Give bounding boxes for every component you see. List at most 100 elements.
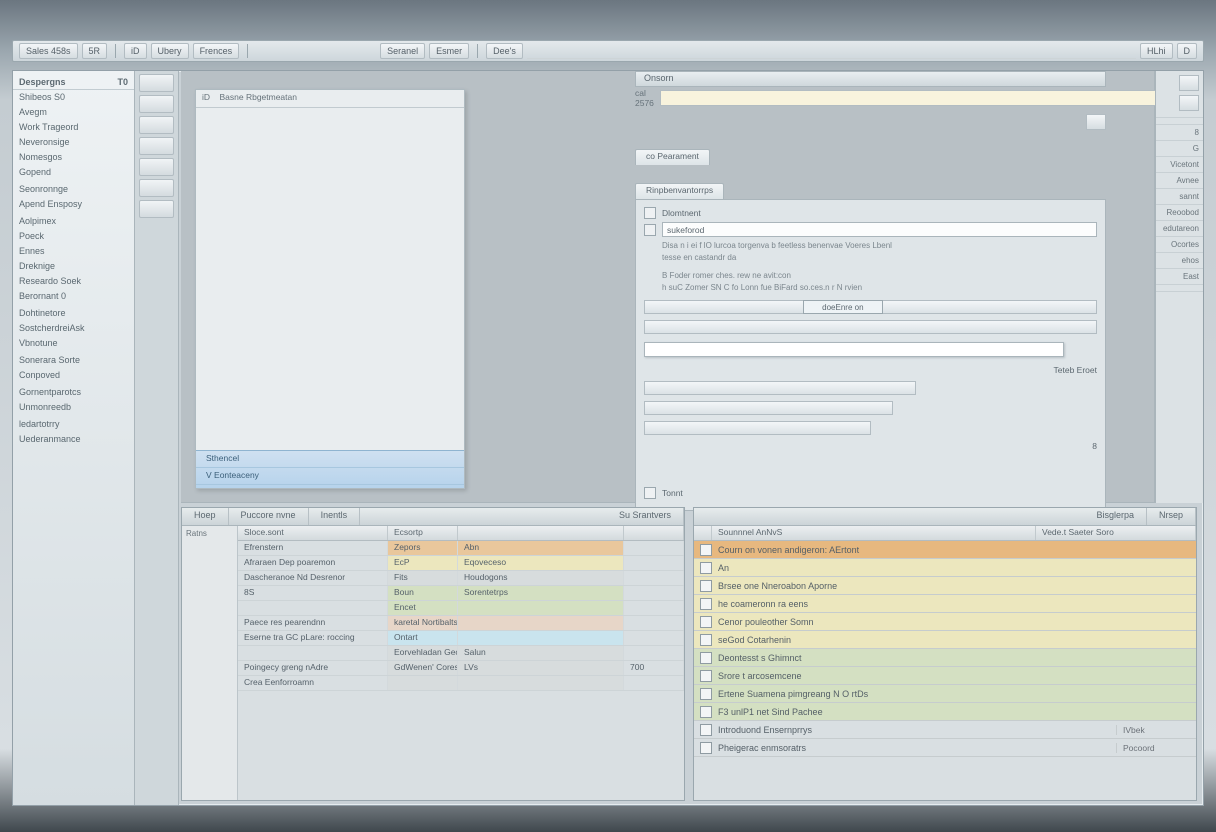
table-row[interactable]: Afraraen Dep poaremonEcPEqoveceso	[238, 556, 684, 571]
bl-col-a[interactable]: Sloce.sont	[238, 526, 388, 540]
dialog-tab-1[interactable]: co Pearament	[635, 149, 710, 165]
list-item[interactable]: Ertene Suamena pimgreang N O rtDs	[694, 685, 1196, 703]
leftnav-item[interactable]: Unmonreedb	[13, 400, 134, 415]
table-row[interactable]: Crea Eenforroamn	[238, 676, 684, 691]
leftnav-item[interactable]: Nomesgos	[13, 150, 134, 165]
list-item[interactable]: Brsee one Nneroabon Aporne	[694, 577, 1196, 595]
leftnav-item[interactable]: ledartotrry	[13, 417, 134, 432]
checkbox-icon[interactable]	[700, 670, 712, 682]
table-row[interactable]: EfrensternZeporsAbn	[238, 541, 684, 556]
ribbon-btn-0-0[interactable]: Sales 458s	[19, 43, 78, 59]
leftnav-item[interactable]: Dreknige	[13, 259, 134, 274]
leftnav-item[interactable]: SostcherdreiAsk	[13, 321, 134, 336]
leftnav-item[interactable]: Ennes	[13, 244, 134, 259]
list-item[interactable]: F3 unlP1 net Sind Pachee	[694, 703, 1196, 721]
toolstrip-icon[interactable]	[139, 158, 174, 176]
list-item[interactable]: Courn on vonen andigeron: AErtont	[694, 541, 1196, 559]
checkbox-icon[interactable]	[700, 706, 712, 718]
checkbox-icon[interactable]	[700, 616, 712, 628]
bl-tab[interactable]: Su Srantvers	[607, 508, 684, 525]
mid-input[interactable]	[644, 342, 1064, 357]
crumb-field[interactable]	[660, 90, 1180, 106]
bl-side-item[interactable]: Ratns	[182, 526, 237, 541]
ribbon-btn-1-1[interactable]: Ubery	[151, 43, 189, 59]
list-item[interactable]: Pheigerac enmsoratrsPocoord	[694, 739, 1196, 757]
leftnav-item[interactable]: Conpoved	[13, 368, 134, 383]
list-item[interactable]: seGod Cotarhenin	[694, 631, 1196, 649]
ribbon-btn-1-0[interactable]: iD	[124, 43, 147, 59]
table-row[interactable]: Poingecy greng nAdreGdWenen' CoresLVs700	[238, 661, 684, 676]
checkbox-icon[interactable]	[700, 724, 712, 736]
leftnav-item[interactable]: Berornant 0	[13, 289, 134, 304]
slider-knob[interactable]: doeEnre on	[803, 300, 883, 314]
dialog-tab-2[interactable]: Rinpbenvantorrps	[635, 183, 724, 199]
form-input-1[interactable]	[662, 222, 1097, 237]
bl-col-d[interactable]	[624, 526, 684, 540]
ribbon-btn-2-0[interactable]: Seranel	[380, 43, 425, 59]
page-bar-row[interactable]: Sthencel	[196, 451, 464, 468]
leftnav-item[interactable]: Seonronnge	[13, 182, 134, 197]
br-tab[interactable]: Bisglerpa	[1084, 508, 1147, 525]
list-item[interactable]: Cenor pouleother Somn	[694, 613, 1196, 631]
checkbox-icon[interactable]	[700, 580, 712, 592]
leftnav-item[interactable]: Sonerara Sorte	[13, 353, 134, 368]
checkbox-icon[interactable]	[700, 544, 712, 556]
bl-col-b[interactable]: Ecsortp	[388, 526, 458, 540]
leftnav-item[interactable]: Dohtinetore	[13, 306, 134, 321]
leftnav-item[interactable]: Gornentparotcs	[13, 385, 134, 400]
leftnav-item[interactable]: Apend Ensposy	[13, 197, 134, 212]
leftnav-item[interactable]: Neveronsige	[13, 135, 134, 150]
toolstrip-icon[interactable]	[139, 179, 174, 197]
leftnav-item[interactable]: Researdo Soek	[13, 274, 134, 289]
leftnav-item[interactable]: Shibeos S0	[13, 90, 134, 105]
list-item[interactable]: Deontesst s Ghimnct	[694, 649, 1196, 667]
bl-tab[interactable]: Hoep	[182, 508, 229, 525]
toolstrip-icon[interactable]	[139, 95, 174, 113]
checkbox-icon[interactable]	[700, 742, 712, 754]
toolstrip-icon[interactable]	[139, 74, 174, 92]
ribbon-btn-2-1[interactable]: Esmer	[429, 43, 469, 59]
leftnav-item[interactable]: Vbnotune	[13, 336, 134, 351]
ribbon-btn-3-1[interactable]: D	[1177, 43, 1198, 59]
table-row[interactable]: Dascheranoe Nd DesrenorFitsHoudogons	[238, 571, 684, 586]
ribbon-btn-3-0[interactable]: HLhi	[1140, 43, 1173, 59]
list-item[interactable]: An	[694, 559, 1196, 577]
leftnav-item[interactable]: Avegm	[13, 105, 134, 120]
table-row[interactable]: Eserne tra GC pLare: roccingOntart	[238, 631, 684, 646]
slider-bar[interactable]: doeEnre on	[644, 300, 1097, 314]
page-bar-row[interactable]: V Eonteaceny	[196, 468, 464, 485]
leftnav-item[interactable]: Work Trageord	[13, 120, 134, 135]
bl-tab[interactable]: Puccore nvne	[229, 508, 309, 525]
dialog-aux-button[interactable]	[1086, 114, 1106, 130]
checkbox-icon[interactable]	[700, 688, 712, 700]
list-item[interactable]: Srore t arcosemcene	[694, 667, 1196, 685]
checkbox-icon[interactable]	[700, 652, 712, 664]
toolstrip-icon[interactable]	[139, 200, 174, 218]
bl-col-c[interactable]	[458, 526, 624, 540]
rightstrip-button[interactable]	[1179, 95, 1199, 111]
table-row[interactable]: Paece res pearendnnkaretal Nortibalts	[238, 616, 684, 631]
toolstrip-icon[interactable]	[139, 116, 174, 134]
leftnav-item[interactable]: Gopend	[13, 165, 134, 180]
list-item[interactable]: he coameronn ra eens	[694, 595, 1196, 613]
table-row[interactable]: 8SBounSorentetrps	[238, 586, 684, 601]
ribbon-btn-1-2[interactable]: Frences	[193, 43, 240, 59]
toolstrip-icon[interactable]	[139, 137, 174, 155]
table-row[interactable]: Encet	[238, 601, 684, 616]
leftnav-item[interactable]: Aolpimex	[13, 214, 134, 229]
br-col-a[interactable]: Sounnnel AnNvS	[712, 526, 1036, 540]
checkbox-icon[interactable]	[700, 634, 712, 646]
leftnav-item[interactable]: Poeck	[13, 229, 134, 244]
list-item[interactable]: Introduond EnsernprrysIVbek	[694, 721, 1196, 739]
bl-tab[interactable]: Inentls	[309, 508, 361, 525]
leftnav-item[interactable]: Uederanmance	[13, 432, 134, 447]
document-page[interactable]: iD Basne Rbgetmeatan Sthencel V Eonteace…	[195, 89, 465, 489]
table-row[interactable]: Eorvehladan GecersSalun	[238, 646, 684, 661]
br-col-b[interactable]: Vede.t Saeter Soro	[1036, 526, 1196, 540]
checkbox-icon[interactable]	[700, 598, 712, 610]
br-tab[interactable]: Nrsep	[1147, 508, 1196, 525]
ribbon-btn-0-1[interactable]: 5R	[82, 43, 108, 59]
checkbox-icon[interactable]	[700, 562, 712, 574]
ribbon-btn-2-2[interactable]: Dee's	[486, 43, 523, 59]
rightstrip-button[interactable]	[1179, 75, 1199, 91]
